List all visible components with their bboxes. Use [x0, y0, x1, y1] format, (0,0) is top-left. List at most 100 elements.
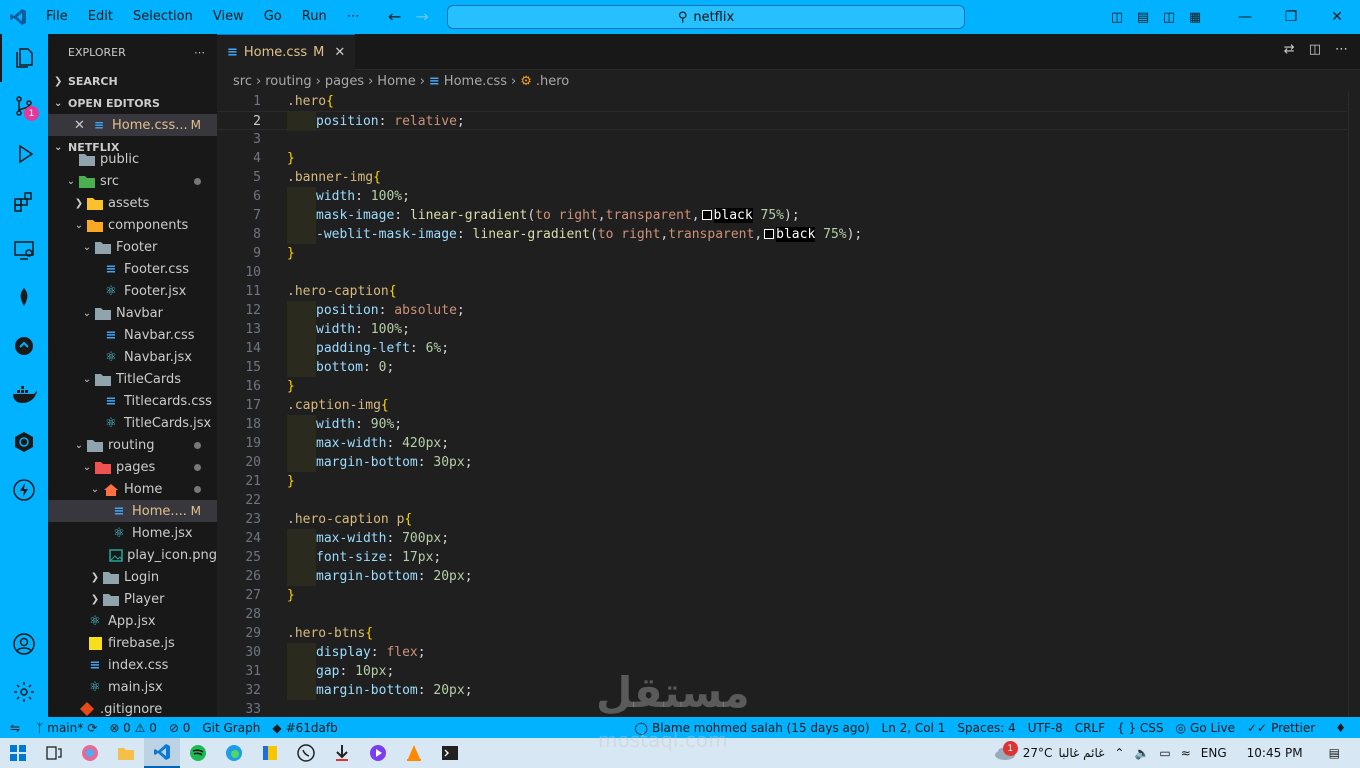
tree-item[interactable]: ≡ index.css: [48, 654, 217, 676]
explorer-icon[interactable]: [0, 34, 48, 82]
whatsapp-icon[interactable]: [288, 738, 324, 768]
code-line[interactable]: 29 .hero-btns{: [217, 624, 1347, 643]
terminal-icon[interactable]: [432, 738, 468, 768]
code-line[interactable]: 1 .hero{: [217, 92, 1347, 111]
menu-item[interactable]: Run: [292, 0, 337, 34]
code-line[interactable]: 22: [217, 491, 1347, 510]
code-line[interactable]: 12 position: absolute;: [217, 301, 1347, 320]
problems-status[interactable]: ⊗ 0 ⚠ 0: [103, 721, 163, 735]
tree-item[interactable]: ⌄ src: [48, 170, 217, 192]
windows-start-icon[interactable]: [0, 738, 36, 768]
code-line[interactable]: 30 display: flex;: [217, 643, 1347, 662]
code-line[interactable]: 10: [217, 263, 1347, 282]
tree-item[interactable]: ⚛ Footer.jsx: [48, 280, 217, 302]
tree-item[interactable]: public: [48, 148, 217, 170]
code-line[interactable]: 13 width: 100%;: [217, 320, 1347, 339]
tree-item[interactable]: play_icon.png: [48, 544, 217, 566]
code-line[interactable]: 24 max-width: 700px;: [217, 529, 1347, 548]
code-line[interactable]: 31 gap: 10px;: [217, 662, 1347, 681]
menu-item[interactable]: Edit: [78, 0, 123, 34]
search-section[interactable]: ❯ SEARCH: [48, 70, 217, 92]
more-actions-icon[interactable]: ⋯: [194, 46, 205, 59]
git-graph-status[interactable]: Git Graph: [196, 721, 266, 735]
encoding-status[interactable]: UTF-8: [1022, 721, 1069, 735]
tree-item[interactable]: ≡ Footer.css: [48, 258, 217, 280]
tree-item[interactable]: ≡ Home.... M: [48, 500, 217, 522]
language-status[interactable]: { } CSS: [1111, 721, 1170, 735]
input-language[interactable]: ENG: [1201, 746, 1227, 760]
color-swatch[interactable]: [764, 229, 775, 239]
tree-item[interactable]: ≡ Navbar.css: [48, 324, 217, 346]
close-icon[interactable]: ✕: [74, 118, 90, 133]
file-explorer-icon[interactable]: [108, 738, 144, 768]
code-line[interactable]: 14 padding-left: 6%;: [217, 339, 1347, 358]
cursor-position[interactable]: Ln 2, Col 1: [876, 721, 952, 735]
vlc-icon[interactable]: [396, 738, 432, 768]
back-arrow-icon[interactable]: ←: [388, 0, 401, 34]
tree-item[interactable]: ⚛ Navbar.jsx: [48, 346, 217, 368]
run-debug-icon[interactable]: [0, 130, 48, 178]
code-line[interactable]: 16}: [217, 377, 1347, 396]
vscode-taskbar-icon[interactable]: [144, 738, 180, 768]
breadcrumb-item[interactable]: routing: [265, 74, 311, 89]
code-line[interactable]: 26 margin-bottom: 20px;: [217, 567, 1347, 586]
code-line[interactable]: 27}: [217, 586, 1347, 605]
code-line[interactable]: 21}: [217, 472, 1347, 491]
code-line[interactable]: 7 mask-image: linear-gradient(to right,tr…: [217, 206, 1347, 225]
sticky-notes-icon[interactable]: [252, 738, 288, 768]
weather-widget[interactable]: 1 27°C غائم غالبا: [993, 741, 1104, 761]
remote-icon[interactable]: ⇋: [0, 721, 30, 735]
source-control-icon[interactable]: 1: [0, 82, 48, 130]
code-line[interactable]: 5 .banner-img{: [217, 168, 1347, 187]
media-app-icon[interactable]: [360, 738, 396, 768]
menu-item[interactable]: View: [203, 0, 254, 34]
notifications-icon[interactable]: ♦: [1321, 721, 1360, 735]
tree-item[interactable]: firebase.js: [48, 632, 217, 654]
volume-icon[interactable]: 🔈: [1134, 746, 1149, 760]
tree-item[interactable]: ❯ Login: [48, 566, 217, 588]
menu-item[interactable]: Selection: [123, 0, 203, 34]
close-tab-icon[interactable]: ✕: [334, 45, 345, 60]
settings-gear-icon[interactable]: [0, 668, 48, 716]
kubernetes-icon[interactable]: [0, 418, 48, 466]
tree-item[interactable]: ⌄ components: [48, 214, 217, 236]
breadcrumb-item[interactable]: Home.css: [444, 74, 507, 89]
toggle-sidebar-icon[interactable]: ◫: [1104, 10, 1130, 25]
menu-item[interactable]: ⋯: [337, 0, 370, 34]
commit-status[interactable]: ◆ #61dafb: [266, 721, 343, 735]
compare-changes-icon[interactable]: ⇄: [1284, 42, 1295, 57]
breadcrumb-item[interactable]: src: [233, 74, 252, 89]
breadcrumb-item[interactable]: pages: [325, 74, 364, 89]
extensions-icon[interactable]: [0, 178, 48, 226]
code-line[interactable]: 20 margin-bottom: 30px;: [217, 453, 1347, 472]
code-editor[interactable]: 1 .hero{2 position: relative; 3 4} 5 .banner-i…: [217, 92, 1360, 717]
tree-item[interactable]: ⌄ Navbar: [48, 302, 217, 324]
code-line[interactable]: 3: [217, 130, 1347, 149]
remote-explorer-icon[interactable]: [0, 226, 48, 274]
tree-item[interactable]: ≡ Titlecards.css: [48, 390, 217, 412]
open-editors-section[interactable]: ⌄ OPEN EDITORS: [48, 92, 217, 114]
eol-status[interactable]: CRLF: [1069, 721, 1111, 735]
menu-item[interactable]: File: [36, 0, 78, 34]
tree-item[interactable]: ⌄ Home: [48, 478, 217, 500]
toggle-panel-icon[interactable]: ▤: [1130, 10, 1156, 25]
code-line[interactable]: 15 bottom: 0;: [217, 358, 1347, 377]
code-line[interactable]: 32 margin-bottom: 20px;: [217, 681, 1347, 700]
tree-item[interactable]: ⚛ Home.jsx: [48, 522, 217, 544]
code-line[interactable]: 19 max-width: 420px;: [217, 434, 1347, 453]
tree-item[interactable]: ⚛ App.jsx: [48, 610, 217, 632]
tree-item[interactable]: ⚛ TitleCards.jsx: [48, 412, 217, 434]
prettier-status[interactable]: ✓✓ Prettier: [1241, 721, 1321, 735]
show-hidden-icons-icon[interactable]: ⌃: [1114, 746, 1124, 760]
gitlens-icon[interactable]: [0, 322, 48, 370]
accounts-icon[interactable]: [0, 620, 48, 668]
tree-item[interactable]: ⌄ routing: [48, 434, 217, 456]
copilot-icon[interactable]: [72, 738, 108, 768]
code-line[interactable]: 11 .hero-caption{: [217, 282, 1347, 301]
clock[interactable]: 10:45 PM: [1247, 746, 1303, 760]
code-line[interactable]: 8 -weblit-mask-image: linear-gradient(to …: [217, 225, 1347, 244]
minimap-scrollbar[interactable]: [1348, 92, 1360, 717]
code-line[interactable]: 28: [217, 605, 1347, 624]
code-line[interactable]: 18 width: 90%;: [217, 415, 1347, 434]
edge-icon[interactable]: [216, 738, 252, 768]
